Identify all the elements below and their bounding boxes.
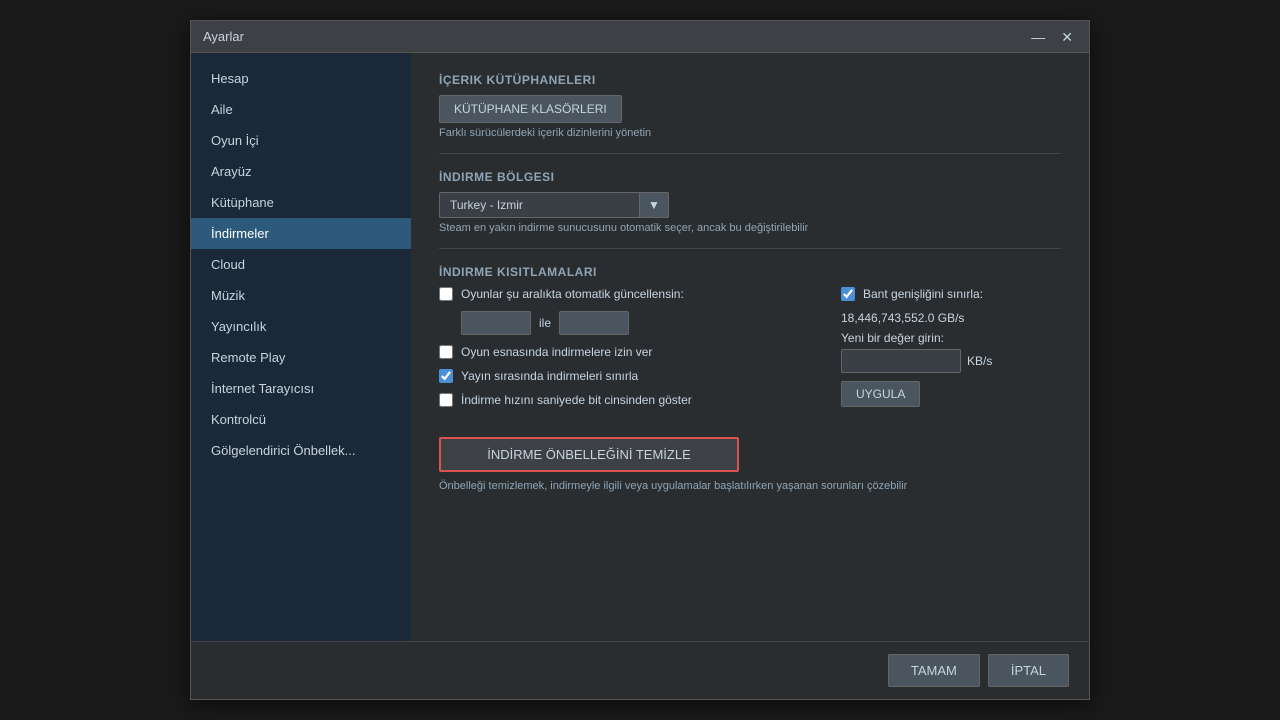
clear-cache-button[interactable]: İNDİRME ÖNBELLEĞİNİ TEMİZLE [439,437,739,472]
section-title-region: İndirme bölgesi [439,170,1061,184]
restrictions-grid: Oyunlar şu aralıkta otomatik güncellensi… [439,287,1061,417]
cb-row-allow-game: Oyun esnasında indirmelere izin ver [439,345,801,359]
sidebar-item-kutuphane[interactable]: Kütüphane [191,187,411,218]
cb-show-speed-bits[interactable] [439,393,453,407]
new-value-input[interactable] [841,349,961,373]
cb-auto-update[interactable] [439,287,453,301]
time-to-input[interactable] [559,311,629,335]
cb-bandwidth[interactable] [841,287,855,301]
region-dropdown-arrow[interactable]: ▼ [639,192,669,218]
new-value-label: Yeni bir değer girin: [841,331,1061,345]
sidebar-item-kontrolcu[interactable]: Kontrolcü [191,404,411,435]
restrictions-left: Oyunlar şu aralıkta otomatik güncellensi… [439,287,801,417]
cb-row-limit-broadcast: Yayın sırasında indirmeleri sınırla [439,369,801,383]
sidebar-item-muzik[interactable]: Müzik [191,280,411,311]
cb-auto-update-label: Oyunlar şu aralıkta otomatik güncellensi… [461,287,684,301]
cb-row-bandwidth: Bant genişliğini sınırla: [841,287,1061,301]
divider-1 [439,153,1061,154]
sidebar-item-indirmeler[interactable]: İndirmeler [191,218,411,249]
title-bar: Ayarlar — ✕ [191,21,1089,53]
cb-show-speed-bits-label: İndirme hızını saniyede bit cinsinden gö… [461,393,692,407]
dialog-title: Ayarlar [203,29,244,44]
sidebar-item-cloud[interactable]: Cloud [191,249,411,280]
sidebar: Hesap Aile Oyun İçi Arayüz Kütüphane İnd… [191,53,411,641]
cb-limit-broadcast-label: Yayın sırasında indirmeleri sınırla [461,369,638,383]
region-select[interactable]: Turkey - Izmir [439,192,639,218]
desc-region: Steam en yakın indirme sunucusunu otomat… [439,222,1061,234]
bandwidth-value: 18,446,743,552.0 GB/s [841,311,1061,325]
window-controls: — ✕ [1027,30,1077,44]
apply-button[interactable]: UYGULA [841,381,920,407]
dialog-body: Hesap Aile Oyun İçi Arayüz Kütüphane İnd… [191,53,1089,641]
kbs-label: KB/s [967,354,992,368]
library-folders-button[interactable]: KÜTÜPHANE KLASÖRLERI [439,95,622,123]
sidebar-item-aile[interactable]: Aile [191,94,411,125]
new-value-row: KB/s [841,349,1061,373]
desc-clear-cache: Önbelleği temizlemek, indirmeyle ilgili … [439,480,1039,492]
sidebar-item-golgelendirici-onbellek[interactable]: Gölgelendirici Önbellek... [191,435,411,466]
section-title-icerik: İçerik Kütüphaneleri [439,73,1061,87]
sidebar-item-internet-tarayicisi[interactable]: İnternet Tarayıcısı [191,373,411,404]
section-title-kisitlamalar: İndirme Kısıtlamaları [439,265,1061,279]
sidebar-item-yayincilik[interactable]: Yayıncılık [191,311,411,342]
close-button[interactable]: ✕ [1057,30,1077,44]
footer: TAMAM İPTAL [191,641,1089,699]
time-range-row: ile [461,311,801,335]
sidebar-item-oyun-ici[interactable]: Oyun İçi [191,125,411,156]
cb-bandwidth-label: Bant genişliğini sınırla: [863,287,983,301]
main-content: İçerik Kütüphaneleri KÜTÜPHANE KLASÖRLER… [411,53,1089,641]
divider-2 [439,248,1061,249]
cb-allow-during-game-label: Oyun esnasında indirmelere izin ver [461,345,652,359]
ok-button[interactable]: TAMAM [888,654,980,687]
minimize-button[interactable]: — [1027,30,1049,44]
time-between-label: ile [539,316,551,330]
region-dropdown-row: Turkey - Izmir ▼ [439,192,1061,218]
cancel-button[interactable]: İPTAL [988,654,1069,687]
cb-limit-broadcast[interactable] [439,369,453,383]
cb-allow-during-game[interactable] [439,345,453,359]
restrictions-right: Bant genişliğini sınırla: 18,446,743,552… [841,287,1061,417]
cb-row-show-speed-bits: İndirme hızını saniyede bit cinsinden gö… [439,393,801,407]
time-from-input[interactable] [461,311,531,335]
sidebar-item-arayuz[interactable]: Arayüz [191,156,411,187]
sidebar-item-hesap[interactable]: Hesap [191,63,411,94]
desc-kutuphane: Farklı sürücülerdeki içerik dizinlerini … [439,127,1061,139]
cb-row-auto-update: Oyunlar şu aralıkta otomatik güncellensi… [439,287,801,301]
sidebar-item-remote-play[interactable]: Remote Play [191,342,411,373]
settings-dialog: Ayarlar — ✕ Hesap Aile Oyun İçi Arayüz K… [190,20,1090,700]
